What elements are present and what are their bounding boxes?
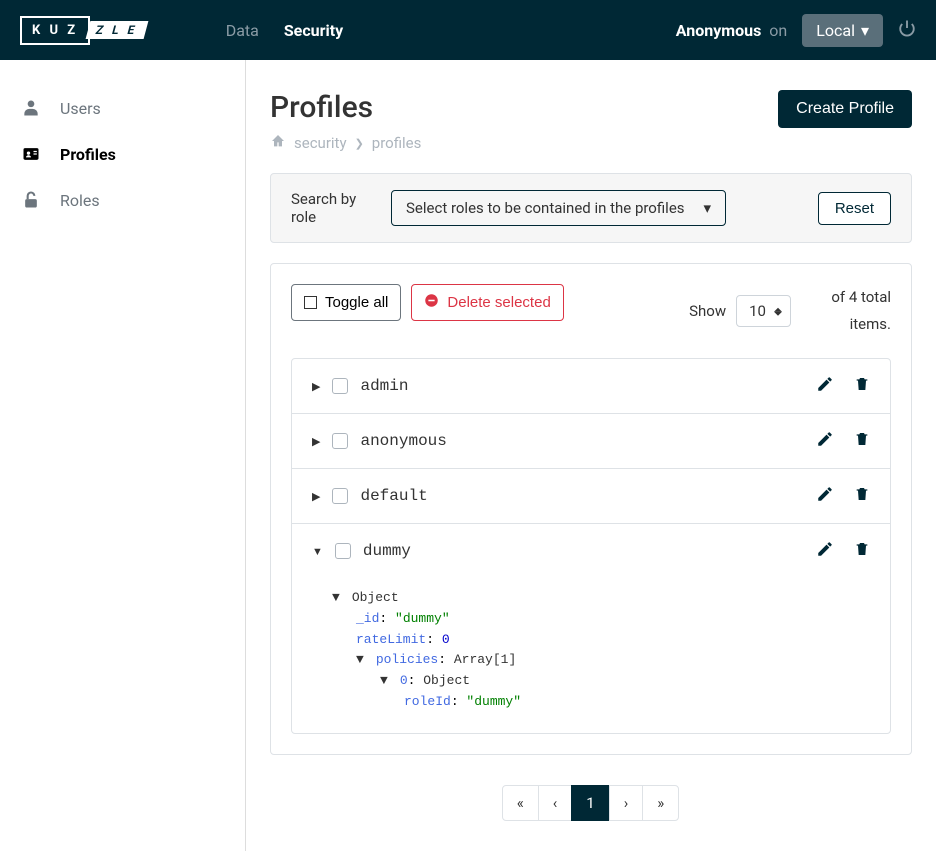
row-checkbox[interactable] [332, 488, 348, 504]
nav-security[interactable]: Security [284, 21, 343, 40]
sidebar-label: Profiles [60, 145, 116, 164]
trash-icon[interactable] [854, 375, 870, 397]
unlock-icon [20, 189, 42, 211]
create-profile-button[interactable]: Create Profile [778, 90, 912, 128]
power-icon[interactable] [898, 19, 916, 42]
total-items-text: of 4 total items. [801, 284, 891, 338]
page-size-select[interactable]: 10 [736, 295, 791, 327]
row-checkbox[interactable] [332, 378, 348, 394]
sidebar-label: Roles [60, 191, 100, 210]
profile-name: admin [360, 377, 804, 395]
env-dropdown[interactable]: Local ▾ [802, 14, 883, 47]
list-item: ▶ anonymous [292, 414, 890, 469]
profile-name: dummy [363, 542, 804, 560]
edit-icon[interactable] [816, 375, 834, 397]
profile-name: default [360, 487, 804, 505]
chevron-right-icon: ❯ [355, 137, 364, 150]
trash-icon[interactable] [854, 540, 870, 562]
toggle-all-button[interactable]: Toggle all [291, 284, 401, 321]
sidebar-item-users[interactable]: Users [0, 85, 245, 131]
page-current[interactable]: 1 [571, 785, 609, 821]
breadcrumb-home[interactable]: security [294, 134, 347, 152]
minus-circle-icon [424, 293, 439, 312]
row-checkbox[interactable] [332, 433, 348, 449]
profile-name: anonymous [360, 432, 804, 450]
role-selector-dropdown[interactable]: Select roles to be contained in the prof… [391, 190, 726, 226]
sidebar-item-profiles[interactable]: Profiles [0, 131, 245, 177]
reset-button[interactable]: Reset [818, 192, 891, 225]
delete-selected-button[interactable]: Delete selected [411, 284, 563, 321]
page-first[interactable]: « [502, 785, 539, 821]
page-last[interactable]: » [642, 785, 679, 821]
logo[interactable]: K U Z Z L E [20, 16, 146, 45]
search-box: Search by role Select roles to be contai… [270, 173, 912, 243]
pagination: « ‹ 1 › » [270, 785, 912, 821]
sidebar-item-roles[interactable]: Roles [0, 177, 245, 223]
trash-icon[interactable] [854, 430, 870, 452]
edit-icon[interactable] [816, 485, 834, 507]
show-label: Show [689, 302, 726, 320]
nav-data[interactable]: Data [226, 21, 259, 40]
sidebar-label: Users [60, 99, 101, 118]
edit-icon[interactable] [816, 540, 834, 562]
header: K U Z Z L E Data Security Anonymous on L… [0, 0, 936, 60]
expand-arrow-icon[interactable]: ▶ [312, 435, 320, 448]
page-prev[interactable]: ‹ [538, 785, 573, 821]
id-card-icon [20, 143, 42, 165]
list-item: ▶ admin [292, 359, 890, 414]
breadcrumb: security ❯ profiles [270, 133, 421, 153]
list-item-expanded: ▼ dummy ▼ Object _id: "dummy" rateLimit:… [292, 524, 890, 733]
sidebar: Users Profiles Roles [0, 60, 246, 851]
user-info: Anonymous on [676, 21, 788, 40]
expand-arrow-icon[interactable]: ▶ [312, 490, 320, 503]
checkbox-icon [304, 296, 317, 309]
page-next[interactable]: › [609, 785, 644, 821]
search-label: Search by role [291, 190, 366, 226]
home-icon [270, 133, 286, 153]
expand-arrow-icon[interactable]: ▶ [312, 380, 320, 393]
chevron-down-icon: ▾ [703, 199, 711, 217]
breadcrumb-current: profiles [372, 134, 422, 152]
row-checkbox[interactable] [335, 543, 351, 559]
json-viewer: ▼ Object _id: "dummy" rateLimit: 0 ▼ pol… [292, 578, 890, 733]
collapse-arrow-icon[interactable]: ▼ [312, 545, 323, 558]
edit-icon[interactable] [816, 430, 834, 452]
chevron-down-icon: ▾ [861, 21, 869, 40]
page-title: Profiles [270, 90, 421, 125]
list-item: ▶ default [292, 469, 890, 524]
user-icon [20, 97, 42, 119]
trash-icon[interactable] [854, 485, 870, 507]
